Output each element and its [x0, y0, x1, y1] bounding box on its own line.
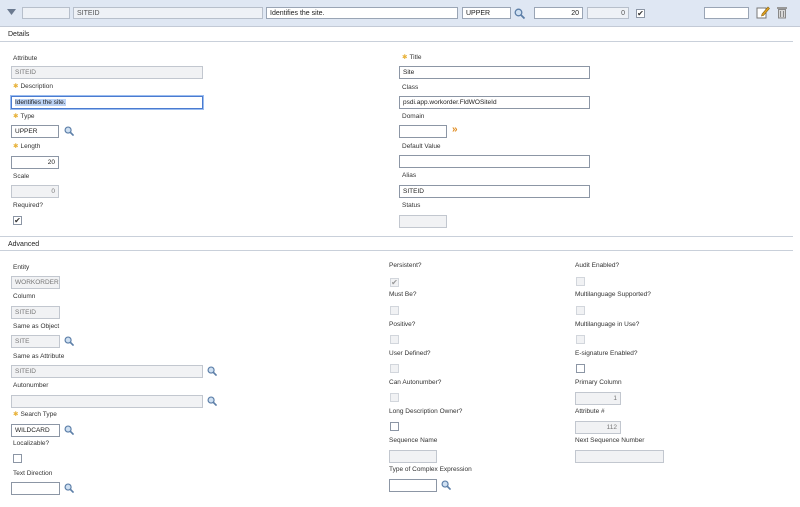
- domain-detail-arrow-icon[interactable]: »: [452, 124, 458, 136]
- multilanguage-supported-label: Multilanguage Supported?: [575, 291, 651, 298]
- user-defined-label: User Defined?: [389, 350, 431, 357]
- user-defined-checkbox[interactable]: [390, 364, 399, 373]
- length-input[interactable]: 20: [11, 156, 59, 169]
- scale-input[interactable]: 0: [11, 185, 59, 198]
- required-label: Required?: [13, 202, 43, 209]
- same-as-object-label: Same as Object: [13, 323, 60, 330]
- advanced-section-header: Advanced: [0, 236, 793, 251]
- row-length-field[interactable]: 20: [534, 7, 583, 19]
- esignature-enabled-checkbox[interactable]: [576, 364, 585, 373]
- column-input[interactable]: SITEID: [11, 306, 60, 319]
- details-section-header: Details: [0, 27, 793, 42]
- must-be-checkbox[interactable]: [390, 306, 399, 315]
- same-as-attribute-input[interactable]: SITEID: [11, 365, 203, 378]
- complex-expression-label: Type of Complex Expression: [389, 466, 472, 473]
- class-input[interactable]: psdi.app.workorder.FldWOSiteId: [399, 96, 590, 109]
- scale-label: Scale: [13, 173, 30, 180]
- esignature-enabled-label: E-signature Enabled?: [575, 350, 638, 357]
- text-direction-lookup-icon[interactable]: [64, 483, 74, 493]
- long-description-owner-checkbox[interactable]: [390, 422, 399, 431]
- multilanguage-in-use-checkbox[interactable]: [576, 335, 585, 344]
- search-type-input[interactable]: WILDCARD: [11, 424, 60, 437]
- attribute-number-input[interactable]: 112: [575, 421, 621, 434]
- search-type-label: ✱ Search Type: [13, 411, 57, 418]
- required-star-icon: ✱: [13, 143, 19, 150]
- row-description-field[interactable]: Identifies the site.: [266, 7, 458, 19]
- audit-enabled-label: Audit Enabled?: [575, 262, 620, 269]
- row-extra-field[interactable]: [704, 7, 749, 19]
- must-be-label: Must Be?: [389, 291, 417, 298]
- description-label: ✱ Description: [13, 83, 53, 90]
- same-as-object-input[interactable]: SITE: [11, 335, 60, 348]
- collapse-triangle-icon[interactable]: [7, 9, 16, 16]
- domain-label: Domain: [402, 113, 425, 120]
- type-lookup-icon[interactable]: [64, 126, 74, 136]
- can-autonumber-label: Can Autonumber?: [389, 379, 442, 386]
- primary-column-input[interactable]: 1: [575, 392, 621, 405]
- default-value-input[interactable]: [399, 155, 590, 168]
- alias-input[interactable]: SITEID: [399, 185, 590, 198]
- length-label: ✱ Length: [13, 143, 41, 150]
- class-label: Class: [402, 84, 419, 91]
- localizable-checkbox[interactable]: [13, 454, 22, 463]
- complex-expression-lookup-icon[interactable]: [441, 480, 451, 490]
- persistent-label: Persistent?: [389, 262, 422, 269]
- edit-details-icon[interactable]: [756, 5, 770, 19]
- required-checkbox[interactable]: ✔: [13, 216, 22, 225]
- delete-row-icon[interactable]: [776, 5, 788, 19]
- title-label: ✱ Title: [402, 54, 422, 61]
- localizable-label: Localizable?: [13, 440, 50, 447]
- next-sequence-number-label: Next Sequence Number: [575, 437, 645, 444]
- next-sequence-number-input[interactable]: [575, 450, 664, 463]
- autonumber-lookup-icon[interactable]: [207, 396, 217, 406]
- autonumber-input[interactable]: [11, 395, 203, 408]
- default-value-label: Default Value: [402, 143, 441, 150]
- same-as-object-lookup-icon[interactable]: [64, 336, 74, 346]
- type-label: ✱ Type: [13, 113, 35, 120]
- row-type-lookup-icon[interactable]: [514, 8, 525, 19]
- text-direction-input[interactable]: [11, 482, 60, 495]
- row-scale-field[interactable]: 0: [587, 7, 629, 19]
- domain-input[interactable]: [399, 125, 447, 138]
- sequence-name-label: Sequence Name: [389, 437, 438, 444]
- attribute-label: Attribute: [13, 55, 38, 62]
- search-type-lookup-icon[interactable]: [64, 425, 74, 435]
- row-required-checkbox[interactable]: ✔: [636, 9, 645, 18]
- primary-column-label: Primary Column: [575, 379, 622, 386]
- row-select-field[interactable]: [22, 7, 70, 19]
- required-star-icon: ✱: [13, 83, 19, 90]
- row-attribute-field[interactable]: SITEID: [73, 7, 263, 19]
- positive-label: Positive?: [389, 321, 416, 328]
- row-type-field[interactable]: UPPER: [462, 7, 511, 19]
- entity-input[interactable]: WORKORDER: [11, 276, 60, 289]
- positive-checkbox[interactable]: [390, 335, 399, 344]
- long-description-owner-label: Long Description Owner?: [389, 408, 463, 415]
- description-input[interactable]: Identifies the site.: [11, 96, 203, 109]
- complex-expression-input[interactable]: [389, 479, 437, 492]
- status-input[interactable]: [399, 215, 447, 228]
- multilanguage-supported-checkbox[interactable]: [576, 306, 585, 315]
- type-input[interactable]: UPPER: [11, 125, 59, 138]
- autonumber-label: Autonumber: [13, 382, 49, 389]
- alias-label: Alias: [402, 172, 417, 179]
- audit-enabled-checkbox[interactable]: [576, 277, 585, 286]
- sequence-name-input[interactable]: [389, 450, 437, 463]
- required-star-icon: ✱: [13, 113, 19, 120]
- same-as-attribute-label: Same as Attribute: [13, 353, 65, 360]
- text-direction-label: Text Direction: [13, 470, 53, 477]
- entity-label: Entity: [13, 264, 30, 271]
- same-as-attribute-lookup-icon[interactable]: [207, 366, 217, 376]
- attribute-number-label: Attribute #: [575, 408, 605, 415]
- row-header-bar: SITEID Identifies the site. UPPER 20 0 ✔: [0, 0, 800, 27]
- attribute-input[interactable]: SITEID: [11, 66, 203, 79]
- column-label: Column: [13, 293, 36, 300]
- required-star-icon: ✱: [402, 54, 408, 61]
- persistent-checkbox[interactable]: ✔: [390, 278, 399, 287]
- title-input[interactable]: Site: [399, 66, 590, 79]
- required-star-icon: ✱: [13, 411, 19, 418]
- can-autonumber-checkbox[interactable]: [390, 393, 399, 402]
- multilanguage-in-use-label: Multilanguage in Use?: [575, 321, 640, 328]
- status-label: Status: [402, 202, 421, 209]
